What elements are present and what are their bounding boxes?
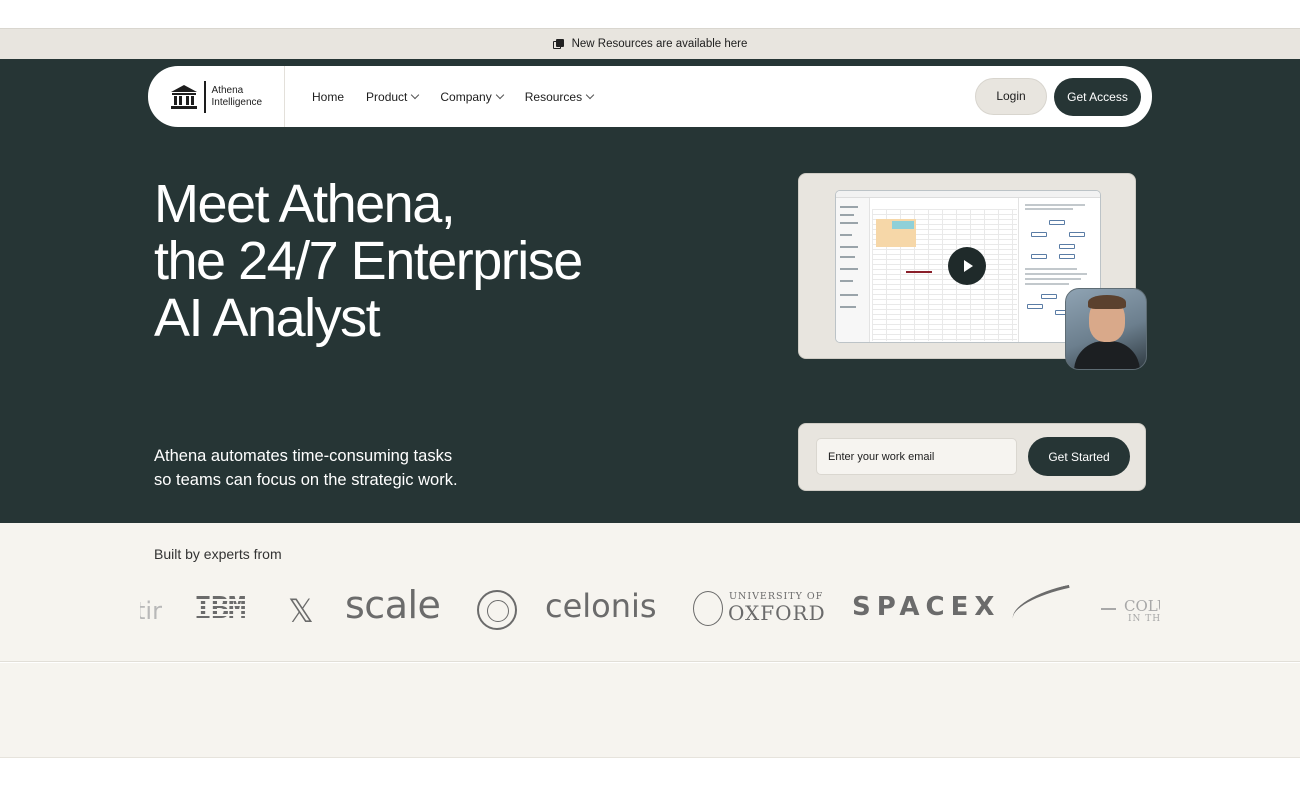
- oxford-crest-logo: [693, 591, 723, 626]
- nav-item-product[interactable]: Product: [366, 89, 420, 104]
- logo-strip: tir IBM 𝕏 scale celonis UNIVERSITY OF OX…: [140, 579, 1160, 639]
- nav-item-label: Resources: [524, 89, 583, 104]
- nav-item-label: Home: [312, 89, 345, 104]
- logo-carousel-section: Built by experts from tir IBM 𝕏 scale ce…: [0, 523, 1300, 662]
- nav-item-label: Product: [366, 89, 408, 104]
- top-navigation: Athena Intelligence Home Product Company: [148, 66, 1152, 127]
- oxford-logo-text: OXFORD: [728, 601, 826, 625]
- demo-video-card[interactable]: [798, 173, 1147, 370]
- scale-logo: scale: [345, 583, 441, 627]
- hero-headline: Meet Athena, the 24/7 Enterprise AI Anal…: [154, 174, 583, 348]
- nav-item-home[interactable]: Home: [312, 90, 344, 104]
- columbia-logo: COLU: [1124, 597, 1160, 615]
- nav-item-resources[interactable]: Resources: [524, 89, 595, 104]
- subtext-line-1: Athena automates time-consuming tasks: [154, 447, 453, 465]
- nav-item-label: Company: [440, 89, 492, 104]
- announcement-bar[interactable]: New Resources are available here: [0, 28, 1300, 59]
- x-logo: 𝕏: [288, 592, 314, 630]
- presenter-avatar: [1065, 288, 1147, 370]
- ibm-logo: IBM: [194, 591, 246, 626]
- next-section-placeholder: [0, 663, 1300, 758]
- columbia-crown-icon: [1101, 598, 1116, 610]
- spacex-swoosh: [1008, 584, 1074, 620]
- brand-logo[interactable]: Athena Intelligence: [148, 66, 285, 127]
- get-access-button[interactable]: Get Access: [1054, 77, 1141, 116]
- spacex-logo: SPACEX: [852, 592, 1001, 622]
- nav-menu: Home Product Company Resources: [312, 89, 595, 104]
- brand-name-line1: Athena: [211, 84, 244, 96]
- headline-line-2: the 24/7 Enterprise: [154, 231, 583, 291]
- palantir-logo: tir: [140, 597, 162, 625]
- classical-building-icon: [171, 84, 197, 109]
- work-email-input[interactable]: [816, 438, 1017, 475]
- hero-subtext: Athena automates time-consuming tasks so…: [154, 444, 458, 492]
- chevron-down-icon: [411, 90, 420, 100]
- login-button[interactable]: Login: [975, 77, 1047, 115]
- headline-line-1: Meet Athena,: [154, 174, 456, 234]
- celonis-logo: celonis: [545, 587, 657, 625]
- page: New Resources are available here Athena …: [0, 0, 1300, 788]
- headline-line-3: AI Analyst: [154, 288, 381, 348]
- stacked-pages-icon: [552, 38, 564, 50]
- logos-label: Built by experts from: [154, 546, 282, 562]
- hero-section: Athena Intelligence Home Product Company: [0, 59, 1300, 523]
- get-started-button[interactable]: Get Started: [1028, 437, 1130, 476]
- cornell-seal-logo: [477, 590, 517, 630]
- brand-name-line2: Intelligence: [211, 96, 263, 108]
- play-icon: [964, 260, 973, 272]
- subtext-line-2: so teams can focus on the strategic work…: [154, 471, 458, 489]
- brand-divider: [204, 80, 206, 113]
- email-signup-card: Get Started: [798, 423, 1146, 491]
- brand-name: Athena Intelligence: [212, 85, 263, 109]
- chevron-down-icon: [585, 90, 595, 100]
- nav-item-company[interactable]: Company: [440, 89, 504, 104]
- columbia-logo-subtext: IN THE: [1128, 614, 1160, 624]
- nav-actions: Login Get Access: [975, 77, 1141, 116]
- play-button[interactable]: [948, 247, 986, 285]
- announcement-text[interactable]: New Resources are available here: [572, 38, 748, 50]
- chevron-down-icon: [495, 90, 504, 100]
